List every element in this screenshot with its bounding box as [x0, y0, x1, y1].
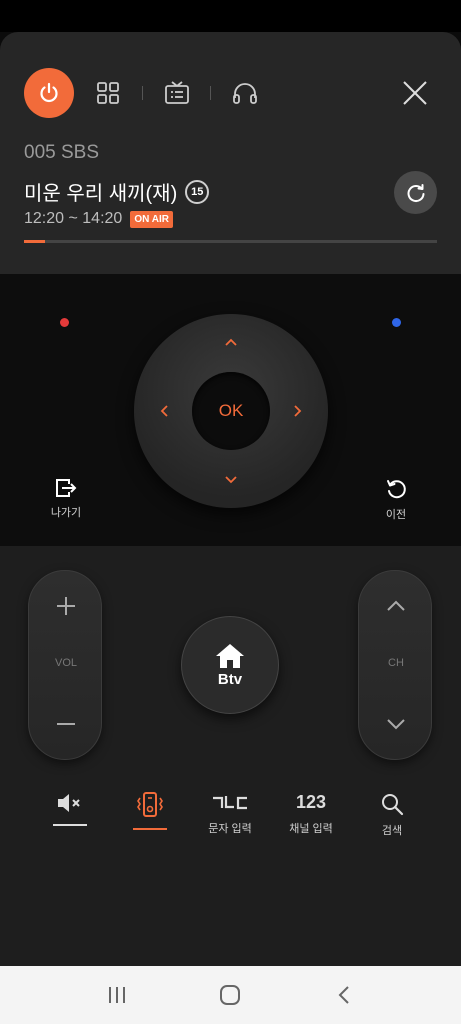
btv-label: Btv	[217, 670, 243, 688]
grid-icon	[97, 82, 119, 104]
program-info-panel: 005 SBS 미운 우리 새끼(재) 15 12:20 ~ 14:20 ON …	[0, 32, 461, 274]
red-key-button[interactable]	[60, 318, 69, 327]
down-button[interactable]	[219, 468, 243, 492]
program-time-row: 12:20 ~ 14:20 ON AIR	[24, 210, 173, 228]
grid-menu-button[interactable]	[93, 78, 123, 108]
ok-button[interactable]: OK	[192, 372, 270, 450]
power-button[interactable]	[24, 68, 74, 118]
volume-rocker: VOL	[28, 570, 102, 760]
volume-up-button[interactable]	[29, 581, 103, 631]
text-input-label: 문자 입력	[208, 823, 252, 835]
refresh-icon	[407, 183, 424, 202]
channel-input-label: 채널 입력	[289, 823, 333, 835]
status-bar	[0, 0, 461, 32]
back-nav-icon	[338, 986, 349, 1004]
search-label: 검색	[381, 825, 403, 837]
volume-down-button[interactable]	[29, 699, 103, 749]
recent-apps-icon	[108, 987, 125, 1003]
blue-key-button[interactable]	[392, 318, 401, 327]
exit-button[interactable]: 나가기	[36, 478, 96, 520]
exit-label: 나가기	[50, 507, 82, 519]
volume-label: VOL	[54, 657, 77, 669]
control-area: VOL Btv CH 문자 입력 123 채널 입력 검색	[0, 546, 461, 966]
chevron-up-icon	[225, 338, 237, 346]
refresh-button[interactable]	[394, 171, 437, 214]
chevron-right-icon	[294, 405, 302, 417]
home-nav-icon	[220, 985, 241, 1005]
headphone-icon	[233, 83, 257, 104]
home-nav-button[interactable]	[210, 975, 250, 1015]
back-icon	[387, 480, 406, 499]
program-time: 12:20 ~ 14:20	[24, 210, 123, 227]
dpad-area: OK 나가기 이전	[0, 274, 461, 546]
home-button[interactable]: Btv	[181, 616, 279, 714]
number-pad-icon: 123	[295, 792, 327, 812]
program-title: 미운 우리 새끼(재)	[24, 183, 178, 205]
chevron-up-icon	[387, 600, 405, 611]
mute-icon	[58, 794, 80, 812]
close-button[interactable]	[398, 76, 432, 110]
program-progress-bar	[24, 240, 437, 243]
mute-button[interactable]	[32, 792, 108, 826]
tv-guide-button[interactable]	[162, 78, 192, 108]
vibration-underline	[133, 828, 167, 830]
recent-apps-button[interactable]	[97, 975, 137, 1015]
right-button[interactable]	[286, 399, 310, 423]
chevron-left-icon	[160, 405, 168, 417]
age-rating-badge: 15	[185, 179, 210, 204]
channel-name: 005 SBS	[24, 142, 99, 163]
search-button[interactable]: 검색	[354, 792, 430, 838]
power-icon	[40, 82, 58, 103]
channel-up-button[interactable]	[359, 581, 433, 631]
plus-icon	[57, 597, 75, 615]
close-icon	[403, 81, 427, 105]
text-input-icon	[213, 796, 247, 810]
channel-rocker: CH	[358, 570, 432, 760]
direction-pad: OK	[134, 314, 328, 508]
back-button[interactable]: 이전	[366, 478, 426, 522]
up-button[interactable]	[219, 330, 243, 354]
channel-input-button[interactable]: 123 채널 입력	[273, 792, 349, 836]
divider	[142, 86, 143, 100]
chevron-down-icon	[387, 719, 405, 730]
text-input-button[interactable]: 문자 입력	[192, 792, 268, 836]
vibration-icon	[137, 792, 163, 817]
mute-underline	[53, 824, 87, 826]
home-icon	[216, 643, 244, 668]
headphone-button[interactable]	[230, 78, 260, 108]
divider	[210, 86, 211, 100]
channel-label: CH	[388, 657, 404, 669]
left-button[interactable]	[152, 399, 176, 423]
back-label: 이전	[385, 509, 407, 521]
program-progress-fill	[24, 240, 45, 243]
search-icon	[382, 794, 404, 816]
program-title-row: 미운 우리 새끼(재) 15	[24, 177, 210, 206]
tv-guide-icon	[165, 81, 189, 104]
vibration-button[interactable]	[112, 792, 188, 830]
channel-down-button[interactable]	[359, 699, 433, 749]
system-nav-bar	[0, 966, 461, 1024]
onair-badge: ON AIR	[130, 210, 173, 228]
exit-icon	[56, 479, 77, 497]
chevron-down-icon	[225, 476, 237, 484]
minus-icon	[57, 723, 75, 725]
back-nav-button[interactable]	[324, 975, 364, 1015]
